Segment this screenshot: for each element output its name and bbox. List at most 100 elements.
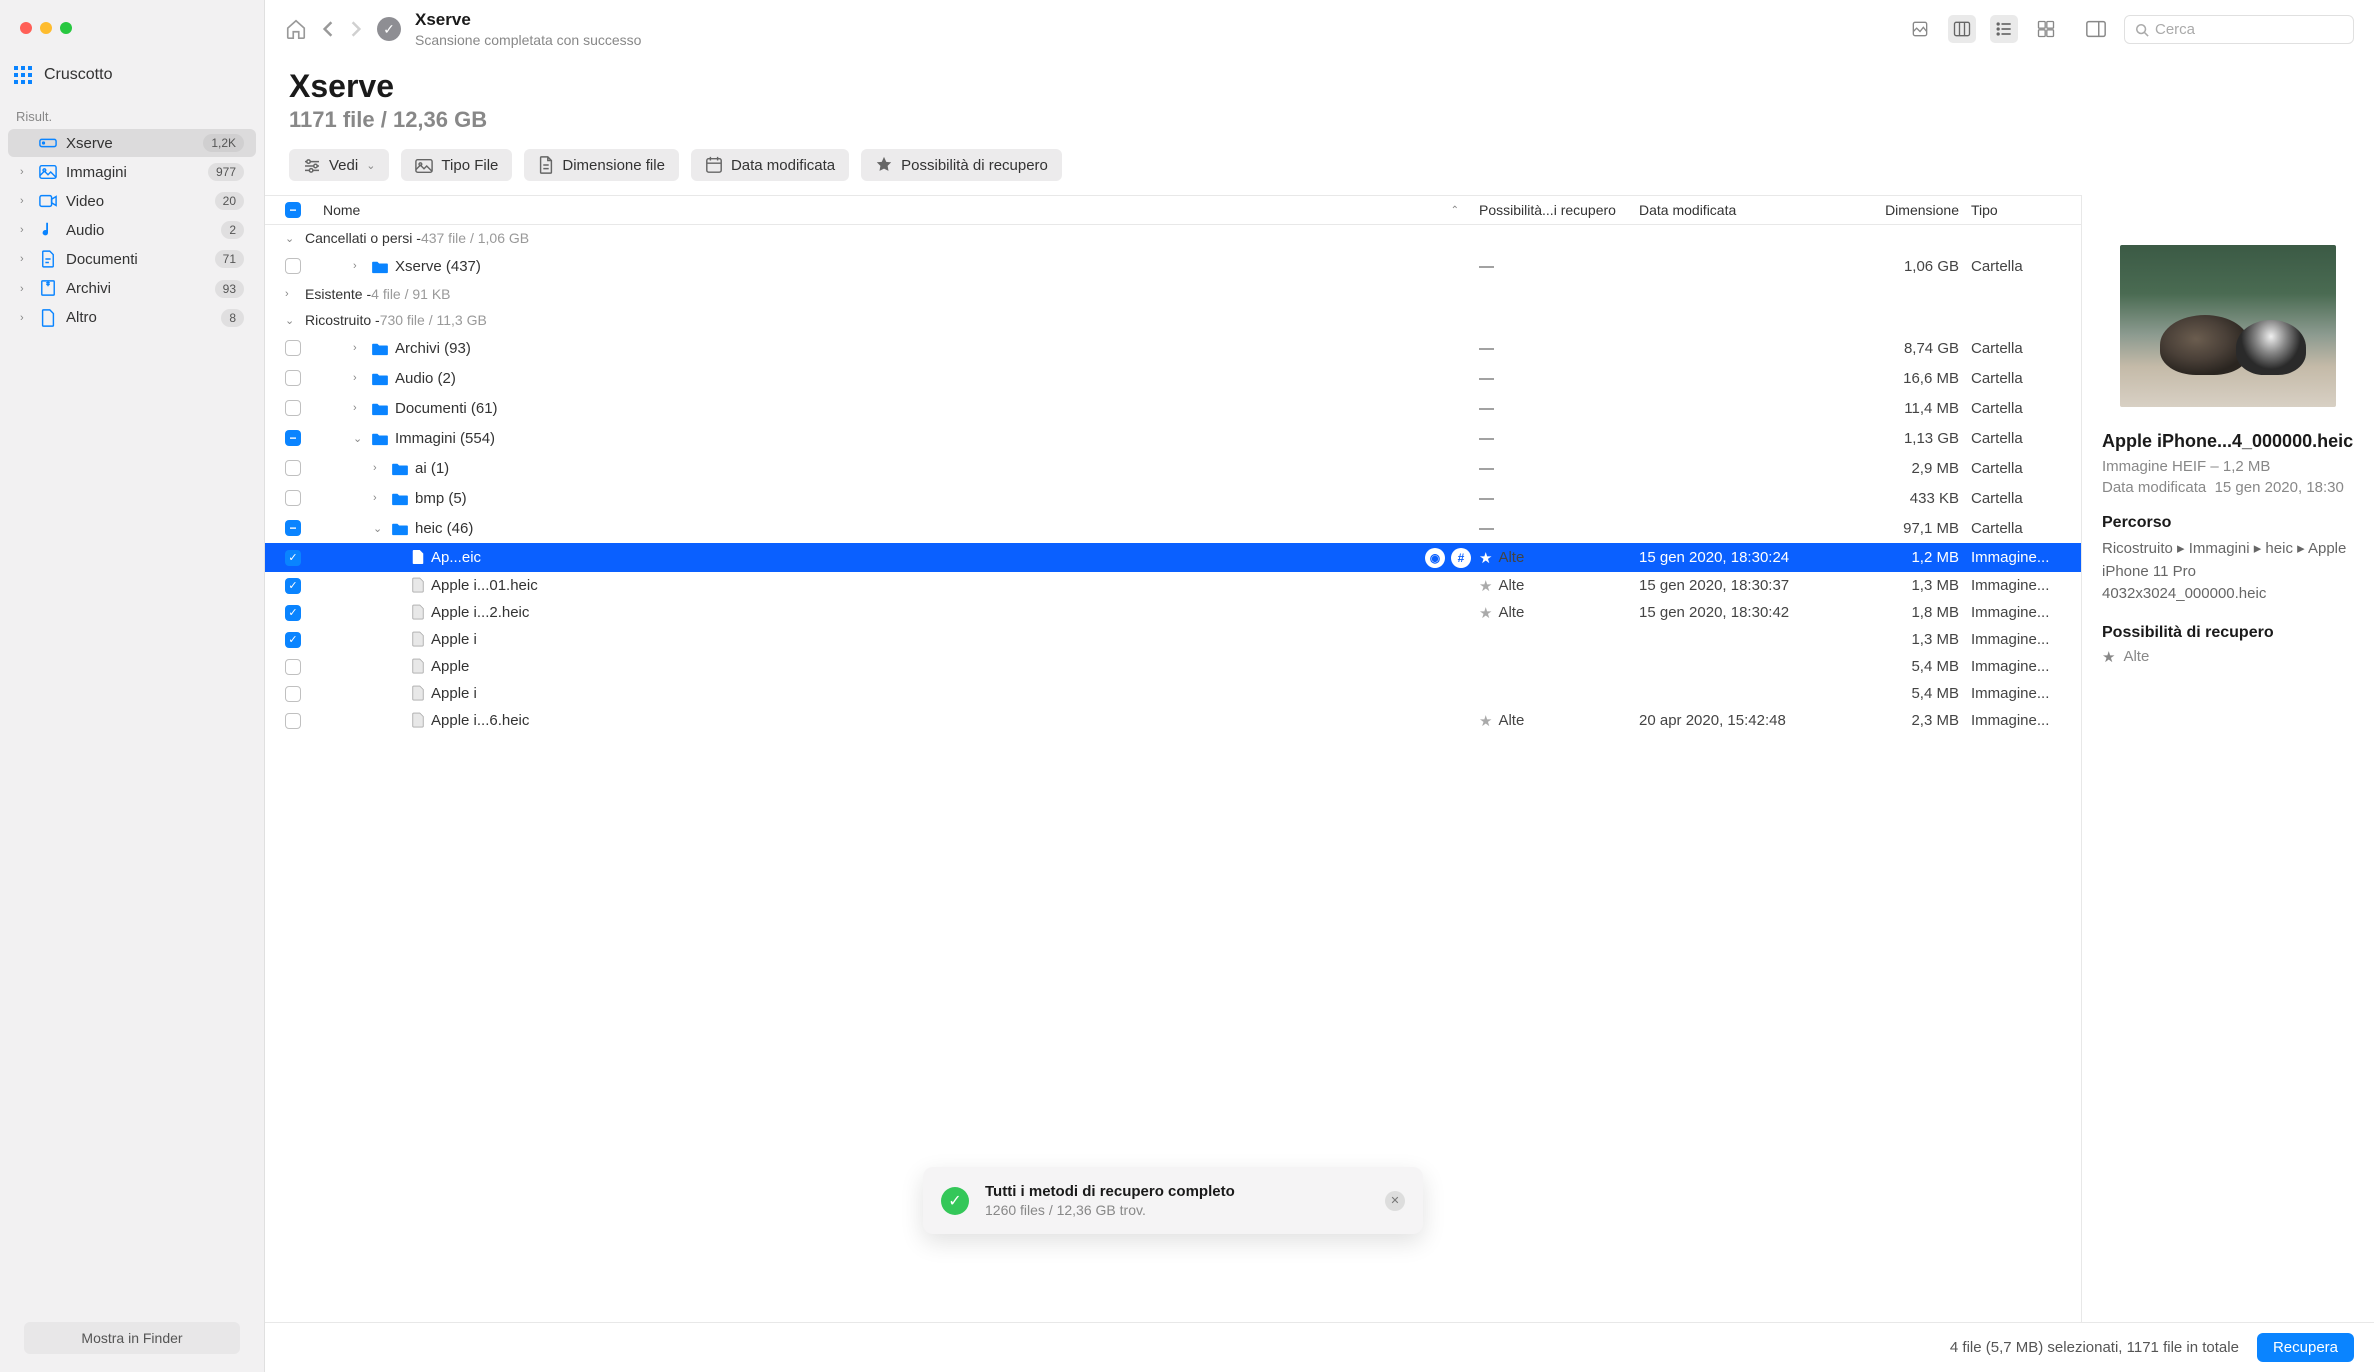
file-row[interactable]: Apple5,4 MBImmagine... [265, 653, 2081, 680]
folder-row[interactable]: ›ai (1)—2,9 MBCartella [265, 453, 2081, 483]
sidebar-item-badge: 8 [221, 309, 244, 327]
view-grid-icon[interactable] [2032, 15, 2060, 43]
column-name[interactable]: Nome⌃ [323, 202, 1479, 218]
folder-row[interactable]: ›Audio (2)—16,6 MBCartella [265, 363, 2081, 393]
checkbox-empty[interactable] [285, 400, 301, 416]
sidebar-item-altro[interactable]: ›Altro8 [8, 304, 256, 332]
file-row[interactable]: ✓Apple i...2.heic★Alte15 gen 2020, 18:30… [265, 599, 2081, 626]
hex-action-icon[interactable]: # [1451, 548, 1471, 568]
toggle-preview-panel[interactable] [2082, 15, 2110, 43]
back-button[interactable] [321, 20, 335, 38]
cell-date: 15 gen 2020, 18:30:24 [1639, 549, 1859, 566]
column-recovery[interactable]: Possibilità...i recupero [1479, 202, 1639, 218]
cell-type: Immagine... [1959, 604, 2065, 621]
other-icon [38, 309, 58, 327]
column-type[interactable]: Tipo [1959, 202, 2065, 218]
folder-row[interactable]: ›Documenti (61)—11,4 MBCartella [265, 393, 2081, 423]
checkbox-empty[interactable] [285, 370, 301, 386]
sidebar-item-documenti[interactable]: ›Documenti71 [8, 245, 256, 273]
folder-row[interactable]: −⌄heic (46)—97,1 MBCartella [265, 513, 2081, 543]
image-icon [38, 163, 58, 181]
window-controls [0, 22, 264, 34]
cell-type: Cartella [1959, 370, 2065, 387]
sort-asc-icon: ⌃ [1451, 205, 1459, 216]
chevron-right-icon: › [20, 166, 30, 178]
file-name: Ap...eic [431, 549, 1419, 566]
checkbox-mixed[interactable]: − [285, 520, 301, 536]
file-icon [411, 604, 425, 622]
file-icon [411, 631, 425, 649]
cell-size: 1,3 MB [1859, 577, 1959, 594]
sliders-icon [303, 157, 321, 174]
file-row[interactable]: ✓Apple i...01.heic★Alte15 gen 2020, 18:3… [265, 572, 2081, 599]
select-all-checkbox[interactable]: − [285, 202, 301, 218]
file-icon [411, 685, 425, 703]
toolbar-title-area: Xserve Scansione completata con successo [415, 10, 1892, 48]
filter-date[interactable]: Data modificata [691, 149, 849, 181]
preview-action-icon[interactable]: ◉ [1425, 548, 1445, 568]
filter-recovery[interactable]: Possibilità di recupero [861, 149, 1062, 181]
checkbox-empty[interactable] [285, 490, 301, 506]
checkbox-empty[interactable] [285, 659, 301, 675]
disclosure-arrow-icon: › [373, 462, 385, 474]
sidebar-item-archivi[interactable]: ›Archivi93 [8, 274, 256, 302]
folder-row[interactable]: ›bmp (5)—433 KBCartella [265, 483, 2081, 513]
folder-row[interactable]: ›Archivi (93)—8,74 GBCartella [265, 333, 2081, 363]
checkbox-empty[interactable] [285, 258, 301, 274]
search-input[interactable]: Cerca [2124, 15, 2354, 44]
group-header[interactable]: ⌄Ricostruito - 730 file / 11,3 GB [265, 307, 2081, 333]
file-row[interactable]: Apple i...6.heic★Alte20 apr 2020, 15:42:… [265, 707, 2081, 734]
view-columns-icon[interactable] [1948, 15, 1976, 43]
folder-row[interactable]: −⌄Immagini (554)—1,13 GBCartella [265, 423, 2081, 453]
checkbox-empty[interactable] [285, 686, 301, 702]
file-row[interactable]: ✓Ap...eic◉#★Alte15 gen 2020, 18:30:241,2… [265, 543, 2081, 572]
cell-size: 97,1 MB [1859, 520, 1959, 537]
maximize-window[interactable] [60, 22, 72, 34]
home-icon[interactable] [285, 18, 307, 40]
file-row[interactable]: Apple i5,4 MBImmagine... [265, 680, 2081, 707]
folder-row[interactable]: ›Xserve (437)—1,06 GBCartella [265, 251, 2081, 281]
column-size[interactable]: Dimensione [1859, 202, 1959, 218]
sidebar-item-badge: 2 [221, 221, 244, 239]
toast-close-button[interactable]: ✕ [1385, 1191, 1405, 1211]
column-date[interactable]: Data modificata [1639, 202, 1859, 218]
recover-button[interactable]: Recupera [2257, 1333, 2354, 1362]
checkbox-empty[interactable] [285, 340, 301, 356]
checkbox-mixed[interactable]: − [285, 430, 301, 446]
checkbox-checked[interactable]: ✓ [285, 605, 301, 621]
toast-subtitle: 1260 files / 12,36 GB trov. [985, 1202, 1235, 1218]
cell-recovery: — [1479, 340, 1639, 357]
checkbox-checked[interactable]: ✓ [285, 578, 301, 594]
forward-button[interactable] [349, 20, 363, 38]
dashboard-icon [14, 64, 32, 85]
checkbox-empty[interactable] [285, 713, 301, 729]
chevron-right-icon: › [20, 312, 30, 324]
filter-size[interactable]: Dimensione file [524, 149, 679, 181]
filter-type[interactable]: Tipo File [401, 149, 512, 181]
file-icon [411, 549, 425, 567]
cell-recovery: — [1479, 430, 1639, 447]
filter-row: Vedi ⌄ Tipo File Dimensione file Data mo… [265, 149, 2374, 195]
sidebar-item-video[interactable]: ›Video20 [8, 187, 256, 215]
filter-view[interactable]: Vedi ⌄ [289, 149, 389, 181]
close-window[interactable] [20, 22, 32, 34]
sidebar-item-badge: 20 [215, 192, 244, 210]
group-header[interactable]: ⌄Cancellati o persi - 437 file / 1,06 GB [265, 225, 2081, 251]
minimize-window[interactable] [40, 22, 52, 34]
cell-type: Cartella [1959, 490, 2065, 507]
sidebar-item-xserve[interactable]: Xserve1,2K [8, 129, 256, 157]
toast-notification: ✓ Tutti i metodi di recupero completo 12… [923, 1167, 1423, 1234]
preview-thumbnail[interactable] [2120, 245, 2336, 407]
view-list-icon[interactable] [1990, 15, 2018, 43]
sidebar-item-immagini[interactable]: ›Immagini977 [8, 158, 256, 186]
cell-type: Immagine... [1959, 549, 2065, 566]
file-row[interactable]: ✓Apple i1,3 MBImmagine... [265, 626, 2081, 653]
show-in-finder-button[interactable]: Mostra in Finder [24, 1322, 240, 1354]
dashboard-button[interactable]: Cruscotto [0, 58, 264, 91]
view-icon-icon[interactable] [1906, 15, 1934, 43]
group-header[interactable]: ›Esistente - 4 file / 91 KB [265, 281, 2081, 307]
checkbox-checked[interactable]: ✓ [285, 632, 301, 648]
checkbox-empty[interactable] [285, 460, 301, 476]
sidebar-item-audio[interactable]: ›Audio2 [8, 216, 256, 244]
checkbox-checked[interactable]: ✓ [285, 550, 301, 566]
